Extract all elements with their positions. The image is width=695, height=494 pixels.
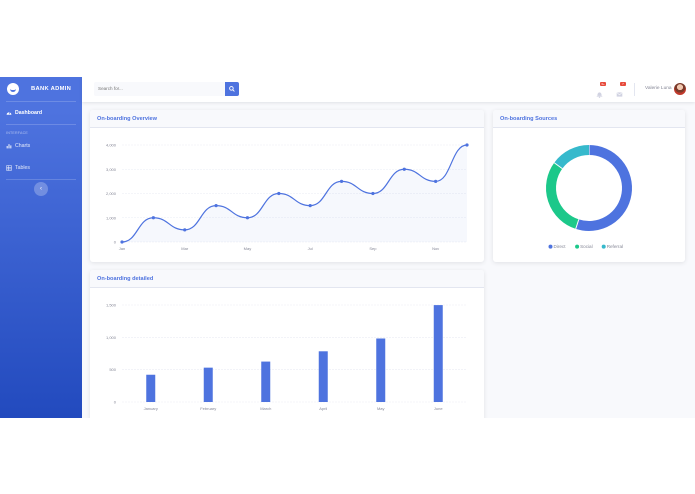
overview-area-chart: 0 1,000 2,000 3,000 4,000 Jan Mar May Jul Sep Nov (106, 143, 469, 251)
x-tick-label: Sep (369, 246, 377, 251)
data-point (120, 240, 124, 244)
sources-card: On-boarding Sources Direct Social Referral (493, 110, 685, 262)
x-tick-label: Jan (119, 246, 125, 251)
data-point (465, 143, 469, 147)
card-title: On-boarding Sources (493, 110, 685, 128)
messages-badge: 7 (620, 82, 626, 86)
x-tick-label: June (434, 406, 443, 411)
sidebar-toggle-button[interactable]: ‹ (34, 182, 48, 196)
data-point (434, 179, 438, 183)
data-point (371, 191, 375, 196)
y-tick-label: 0 (114, 240, 117, 245)
chart-icon (6, 143, 12, 149)
x-tick-label: May (244, 246, 252, 251)
y-tick-label: 2,000 (106, 191, 117, 196)
data-point (151, 216, 155, 220)
data-point (245, 216, 250, 220)
y-tick-label: 1,000 (106, 215, 117, 220)
donut-slice (546, 162, 580, 229)
y-tick-label: 3,000 (106, 167, 117, 172)
sidebar: BANK ADMIN Dashboard INTERFACE Charts Ta… (0, 77, 82, 418)
brand-logo-icon (7, 83, 19, 95)
donut-slice (575, 145, 632, 231)
alerts-badge: 3+ (600, 82, 606, 86)
envelope-icon (616, 92, 623, 97)
y-tick-label: 1,500 (106, 303, 117, 308)
tachometer-icon (6, 110, 12, 116)
x-tick-label: March (260, 406, 271, 411)
bar (261, 361, 271, 402)
y-tick-label: 500 (109, 367, 116, 372)
donut-slice (554, 145, 590, 169)
x-tick-label: May (377, 406, 385, 411)
user-name[interactable]: Valerie Luna (645, 86, 672, 91)
brand[interactable]: BANK ADMIN (0, 77, 82, 101)
x-tick-label: Jul (308, 246, 313, 251)
topbar: 3+ 7 Valerie Luna (82, 77, 695, 102)
sidebar-item-label: Tables (15, 165, 30, 171)
search-icon (229, 86, 235, 92)
bar (318, 351, 328, 402)
topbar-divider (634, 83, 635, 96)
sidebar-item-charts[interactable]: Charts (0, 135, 82, 157)
legend-label: Direct (554, 244, 567, 249)
sidebar-divider (6, 179, 76, 180)
x-tick-label: April (319, 406, 327, 411)
alerts-button[interactable]: 3+ (596, 82, 606, 98)
data-point (339, 179, 344, 183)
card-title: On-boarding detailed (90, 270, 484, 288)
bar (376, 338, 386, 402)
detailed-bar-chart: 0 500 1,000 1,500 January February March April M… (106, 303, 467, 411)
legend-marker (548, 244, 553, 249)
bar (433, 305, 443, 402)
data-point (214, 204, 218, 208)
x-tick-label: February (200, 406, 216, 411)
avatar[interactable] (674, 83, 686, 95)
x-tick-label: Nov (432, 246, 439, 251)
x-tick-label: January (144, 406, 158, 411)
brand-title: BANK ADMIN (31, 86, 72, 92)
data-point (308, 204, 312, 208)
y-tick-label: 0 (114, 400, 117, 405)
data-point (183, 228, 187, 232)
data-point (402, 167, 406, 171)
sources-donut-chart: Direct Social Referral (546, 145, 632, 249)
search-button[interactable] (225, 82, 239, 96)
y-tick-label: 1,000 (106, 335, 117, 340)
sidebar-item-label: Charts (15, 143, 31, 149)
detailed-card: On-boarding detailed 0 500 1,000 1,500 Janua… (90, 270, 484, 418)
table-icon (6, 165, 12, 171)
legend-marker (601, 244, 606, 249)
sidebar-item-tables[interactable]: Tables (0, 157, 82, 179)
app-frame: BANK ADMIN Dashboard INTERFACE Charts Ta… (0, 77, 695, 418)
card-title: On-boarding Overview (90, 110, 484, 128)
data-point (277, 191, 281, 196)
sidebar-item-dashboard[interactable]: Dashboard (0, 102, 82, 124)
legend-label: Social (580, 244, 593, 249)
messages-button[interactable]: 7 (616, 82, 626, 97)
overview-card: On-boarding Overview 0 1,000 2,000 3,000 4,0… (90, 110, 484, 262)
chevron-left-icon: ‹ (40, 186, 42, 192)
bar (203, 367, 213, 402)
y-tick-label: 4,000 (106, 143, 117, 148)
sidebar-divider (6, 124, 76, 125)
bar (146, 374, 156, 402)
bell-icon (596, 92, 603, 98)
legend-marker (575, 244, 580, 249)
x-tick-label: Mar (181, 246, 189, 251)
sidebar-item-label: Dashboard (15, 110, 43, 116)
legend-label: Referral (607, 244, 623, 249)
search-input[interactable] (94, 82, 225, 96)
